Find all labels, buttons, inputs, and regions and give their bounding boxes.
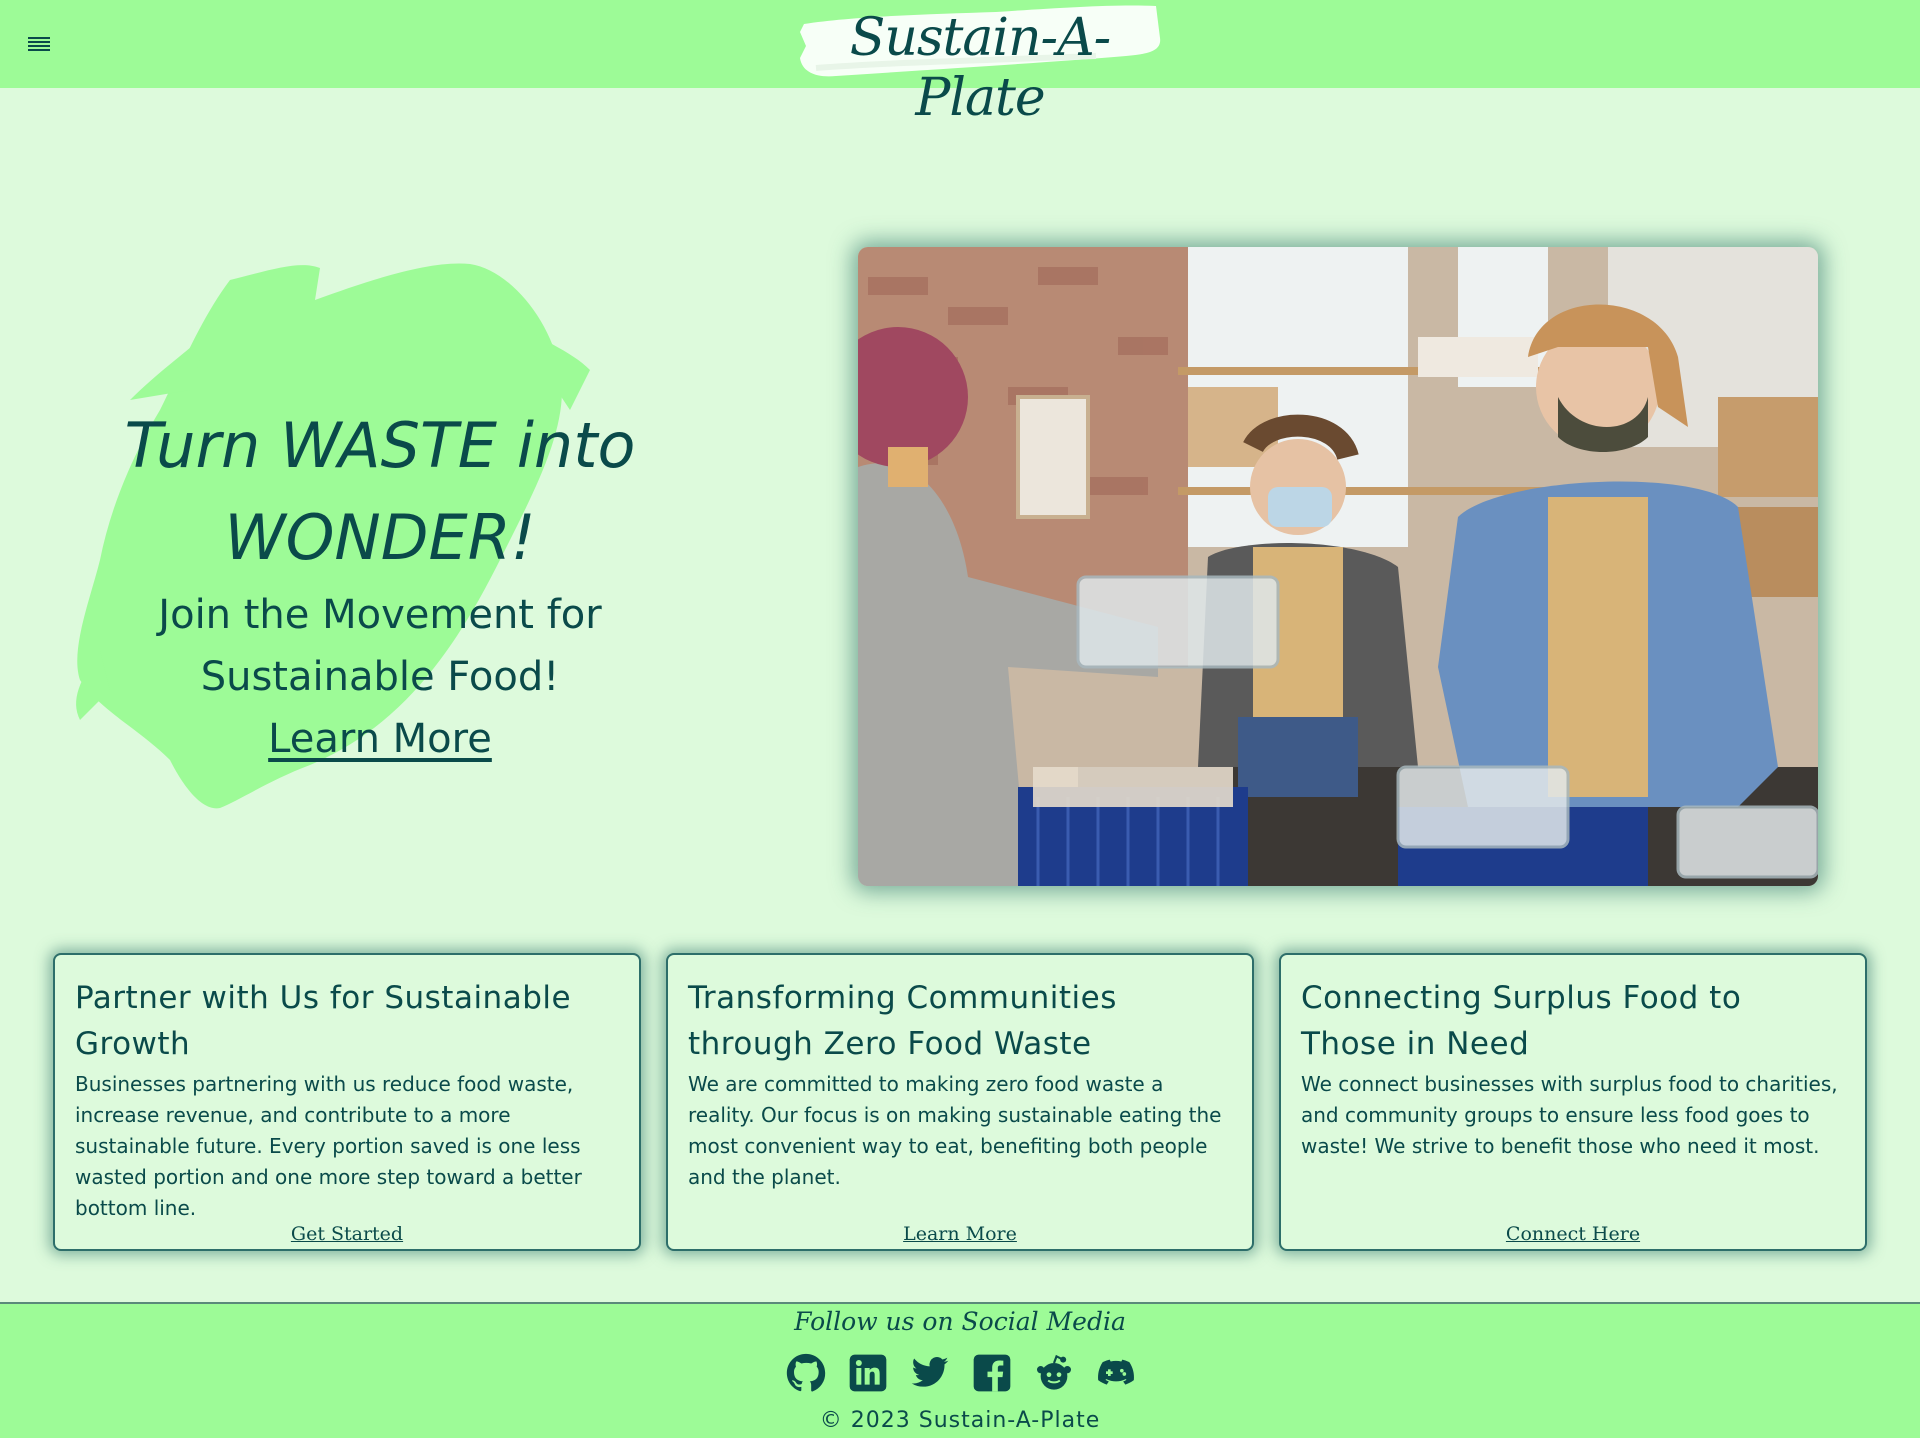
hero-learn-more-link[interactable]: Learn More <box>268 708 492 770</box>
facebook-icon[interactable] <box>972 1353 1012 1393</box>
volunteers-food-donation-photo <box>858 247 1818 886</box>
site-logo[interactable]: Sustain-A-Plate <box>796 2 1164 128</box>
connect-here-link[interactable]: Connect Here <box>1281 1223 1865 1245</box>
card-body: We connect businesses with surplus food … <box>1301 1072 1838 1158</box>
card-title: Partner with Us for Sustainable Growth <box>75 980 572 1062</box>
hero-subtitle: Join the Movement for Sustainable Food! <box>158 592 602 700</box>
hero-section: Turn WASTE into WONDER! Join the Movemen… <box>70 260 670 820</box>
twitter-icon[interactable] <box>910 1353 950 1393</box>
github-icon[interactable] <box>786 1353 826 1393</box>
site-footer: Follow us on Social Media © 2023 Sustain… <box>0 1302 1920 1438</box>
hero-photo <box>858 247 1818 886</box>
follow-text: Follow us on Social Media <box>794 1307 1126 1336</box>
logo-text: Sustain-A-Plate <box>849 8 1112 128</box>
card-communities: Transforming Communities through Zero Fo… <box>666 953 1254 1251</box>
hamburger-menu-icon[interactable] <box>26 34 52 56</box>
card-body: We are committed to making zero food was… <box>688 1072 1222 1189</box>
hero-title: Turn WASTE into WONDER! <box>124 409 636 574</box>
social-links <box>786 1351 1136 1395</box>
card-title: Transforming Communities through Zero Fo… <box>688 980 1117 1062</box>
get-started-link[interactable]: Get Started <box>55 1223 639 1245</box>
learn-more-link[interactable]: Learn More <box>668 1223 1252 1245</box>
linkedin-icon[interactable] <box>848 1353 888 1393</box>
card-connecting: Connecting Surplus Food to Those in Need… <box>1279 953 1867 1251</box>
copyright-text: © 2023 Sustain-A-Plate <box>819 1408 1101 1433</box>
card-partner: Partner with Us for Sustainable Growth B… <box>53 953 641 1251</box>
card-title: Connecting Surplus Food to Those in Need <box>1301 980 1742 1062</box>
discord-icon[interactable] <box>1096 1353 1136 1393</box>
card-body: Businesses partnering with us reduce foo… <box>75 1072 582 1220</box>
reddit-icon[interactable] <box>1034 1353 1074 1393</box>
site-header: Sustain-A-Plate <box>0 0 1920 128</box>
